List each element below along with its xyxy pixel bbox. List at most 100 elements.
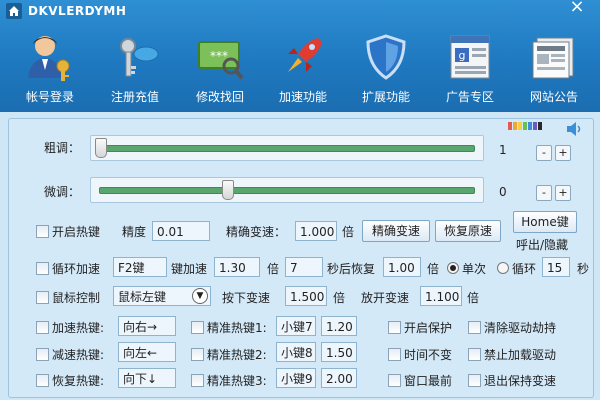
nav-extended-function[interactable]: 扩展功能 [346, 28, 426, 110]
slowdown-hotkey-checkbox[interactable] [36, 348, 49, 361]
main-nav: 帐号登录 注册充值 *** 修改找回 加速功能 扩展功能 g 广告专区 网站公告 [0, 28, 600, 112]
block-driver-load-label: 禁止加载驱动 [484, 348, 557, 362]
seconds-unit: 秒 [577, 262, 590, 276]
ad-page-icon: g [450, 35, 490, 79]
precision-input[interactable]: 0.01 [152, 221, 210, 241]
coarse-track [99, 145, 475, 152]
loop-radio-label: 循环 [512, 262, 537, 276]
fine-slider-thumb[interactable] [222, 180, 235, 200]
loop-speed-checkbox[interactable] [36, 262, 49, 275]
precise-hotkey1-checkbox[interactable] [191, 321, 204, 334]
precision-label: 精度 [122, 225, 147, 239]
precise-hotkey1-key[interactable]: 小键7 [276, 316, 316, 336]
times-unit: 倍 [342, 225, 355, 239]
time-unchanged-checkbox[interactable] [388, 348, 401, 361]
single-radio-label: 单次 [462, 262, 487, 276]
clear-driver-hijack-checkbox[interactable] [468, 321, 481, 334]
mouse-control-checkbox[interactable] [36, 291, 49, 304]
fine-plus-button[interactable]: + [555, 185, 571, 201]
keys-icon [120, 38, 159, 77]
coarse-slider[interactable] [90, 135, 484, 161]
enable-hotkey-checkbox[interactable] [36, 225, 49, 238]
nav-ad-zone[interactable]: g 广告专区 [430, 28, 510, 110]
seconds-input[interactable]: 7 [285, 257, 323, 277]
nav-modify-recover[interactable]: *** 修改找回 [180, 28, 260, 110]
loop-seconds-input[interactable]: 15 [542, 257, 570, 277]
keep-speed-on-exit-checkbox[interactable] [468, 374, 481, 387]
user-key-icon [28, 36, 70, 81]
coarse-minus-button[interactable]: - [536, 145, 552, 161]
exact-speed-button[interactable]: 精确变速 [362, 220, 430, 242]
precise-hotkey2-value[interactable]: 1.50 [321, 342, 357, 362]
mouse-button-select[interactable]: 鼠标左键 ▼ [113, 286, 211, 306]
loop-radio[interactable] [497, 262, 509, 274]
restore-value-input[interactable]: 1.00 [383, 257, 421, 277]
chevron-down-icon[interactable]: ▼ [192, 288, 208, 304]
loop-key-input[interactable]: F2键 [113, 257, 167, 277]
coarse-label: 粗调： [44, 141, 81, 155]
nav-site-notice[interactable]: 网站公告 [514, 28, 594, 110]
precise-hotkey1-label: 精准热键1: [207, 321, 267, 335]
single-radio[interactable] [447, 262, 459, 274]
home-icon [6, 3, 22, 19]
slowdown-hotkey-input[interactable]: 向左← [118, 342, 176, 362]
loop-speed-label: 循环加速 [52, 262, 101, 276]
mouse-control-label: 鼠标控制 [52, 291, 101, 305]
fine-slider[interactable] [90, 177, 484, 203]
password-magnifier-icon: *** [198, 41, 244, 80]
close-icon[interactable]: × [568, 0, 586, 16]
speedup-hotkey-checkbox[interactable] [36, 321, 49, 334]
speaker-icon[interactable] [566, 121, 582, 137]
window-topmost-checkbox[interactable] [388, 374, 401, 387]
precise-hotkey3-value[interactable]: 2.00 [321, 368, 357, 388]
times-unit: 倍 [427, 262, 440, 276]
coarse-plus-button[interactable]: + [555, 145, 571, 161]
nav-register-recharge[interactable]: 注册充值 [95, 28, 175, 110]
header: DKVLERDYMH × 帐号登录 注册充值 *** 修改找回 加速功能 扩展功… [0, 0, 600, 112]
precise-hotkey3-key[interactable]: 小键9 [276, 368, 316, 388]
precise-hotkey2-key[interactable]: 小键8 [276, 342, 316, 362]
nav-label: 修改找回 [195, 90, 244, 104]
enable-protection-checkbox[interactable] [388, 321, 401, 334]
nav-label: 帐号登录 [25, 90, 74, 104]
times-unit: 倍 [267, 262, 280, 276]
precise-hotkey1-value[interactable]: 1.20 [321, 316, 357, 336]
window-topmost-label: 窗口最前 [404, 374, 453, 388]
fine-value: 0 [499, 185, 507, 199]
key-speed-label: 键加速 [171, 262, 208, 276]
nav-label: 网站公告 [529, 90, 578, 104]
exact-speed-input[interactable]: 1.000 [295, 221, 337, 241]
slowdown-hotkey-label: 减速热键: [52, 348, 105, 362]
speedup-hotkey-input[interactable]: 向右→ [118, 316, 176, 336]
release-speed-input[interactable]: 1.100 [420, 286, 462, 306]
times-unit: 倍 [333, 291, 346, 305]
release-speed-label: 放开变速 [361, 291, 410, 305]
precise-hotkey3-label: 精准热键3: [207, 374, 267, 388]
press-speed-label: 按下变速 [222, 291, 271, 305]
home-caption: 呼出/隐藏 [516, 238, 569, 252]
nav-label: 扩展功能 [361, 90, 410, 104]
precise-hotkey3-checkbox[interactable] [191, 374, 204, 387]
coarse-value: 1 [499, 143, 507, 157]
keep-speed-on-exit-label: 退出保持变速 [484, 374, 557, 388]
color-bars-icon [508, 122, 542, 130]
precise-hotkey2-label: 精准热键2: [207, 348, 267, 362]
restore-hotkey-checkbox[interactable] [36, 374, 49, 387]
nav-account-login[interactable]: 帐号登录 [10, 28, 90, 110]
nav-label: 注册充值 [110, 90, 159, 104]
block-driver-load-checkbox[interactable] [468, 348, 481, 361]
nav-speed-function[interactable]: 加速功能 [263, 28, 343, 110]
shield-icon [366, 34, 406, 80]
coarse-slider-thumb[interactable] [95, 138, 107, 158]
home-key-button[interactable]: Home键 [513, 211, 577, 233]
news-icon [532, 37, 574, 79]
restore-hotkey-input[interactable]: 向下↓ [118, 368, 176, 388]
press-speed-input[interactable]: 1.500 [285, 286, 327, 306]
fine-minus-button[interactable]: - [536, 185, 552, 201]
speedup-hotkey-label: 加速热键: [52, 321, 105, 335]
seconds-restore-label: 秒后恢复 [327, 262, 376, 276]
key-speed-input[interactable]: 1.30 [214, 257, 260, 277]
precise-hotkey2-checkbox[interactable] [191, 348, 204, 361]
rocket-icon [288, 38, 322, 72]
restore-speed-button[interactable]: 恢复原速 [435, 220, 501, 242]
